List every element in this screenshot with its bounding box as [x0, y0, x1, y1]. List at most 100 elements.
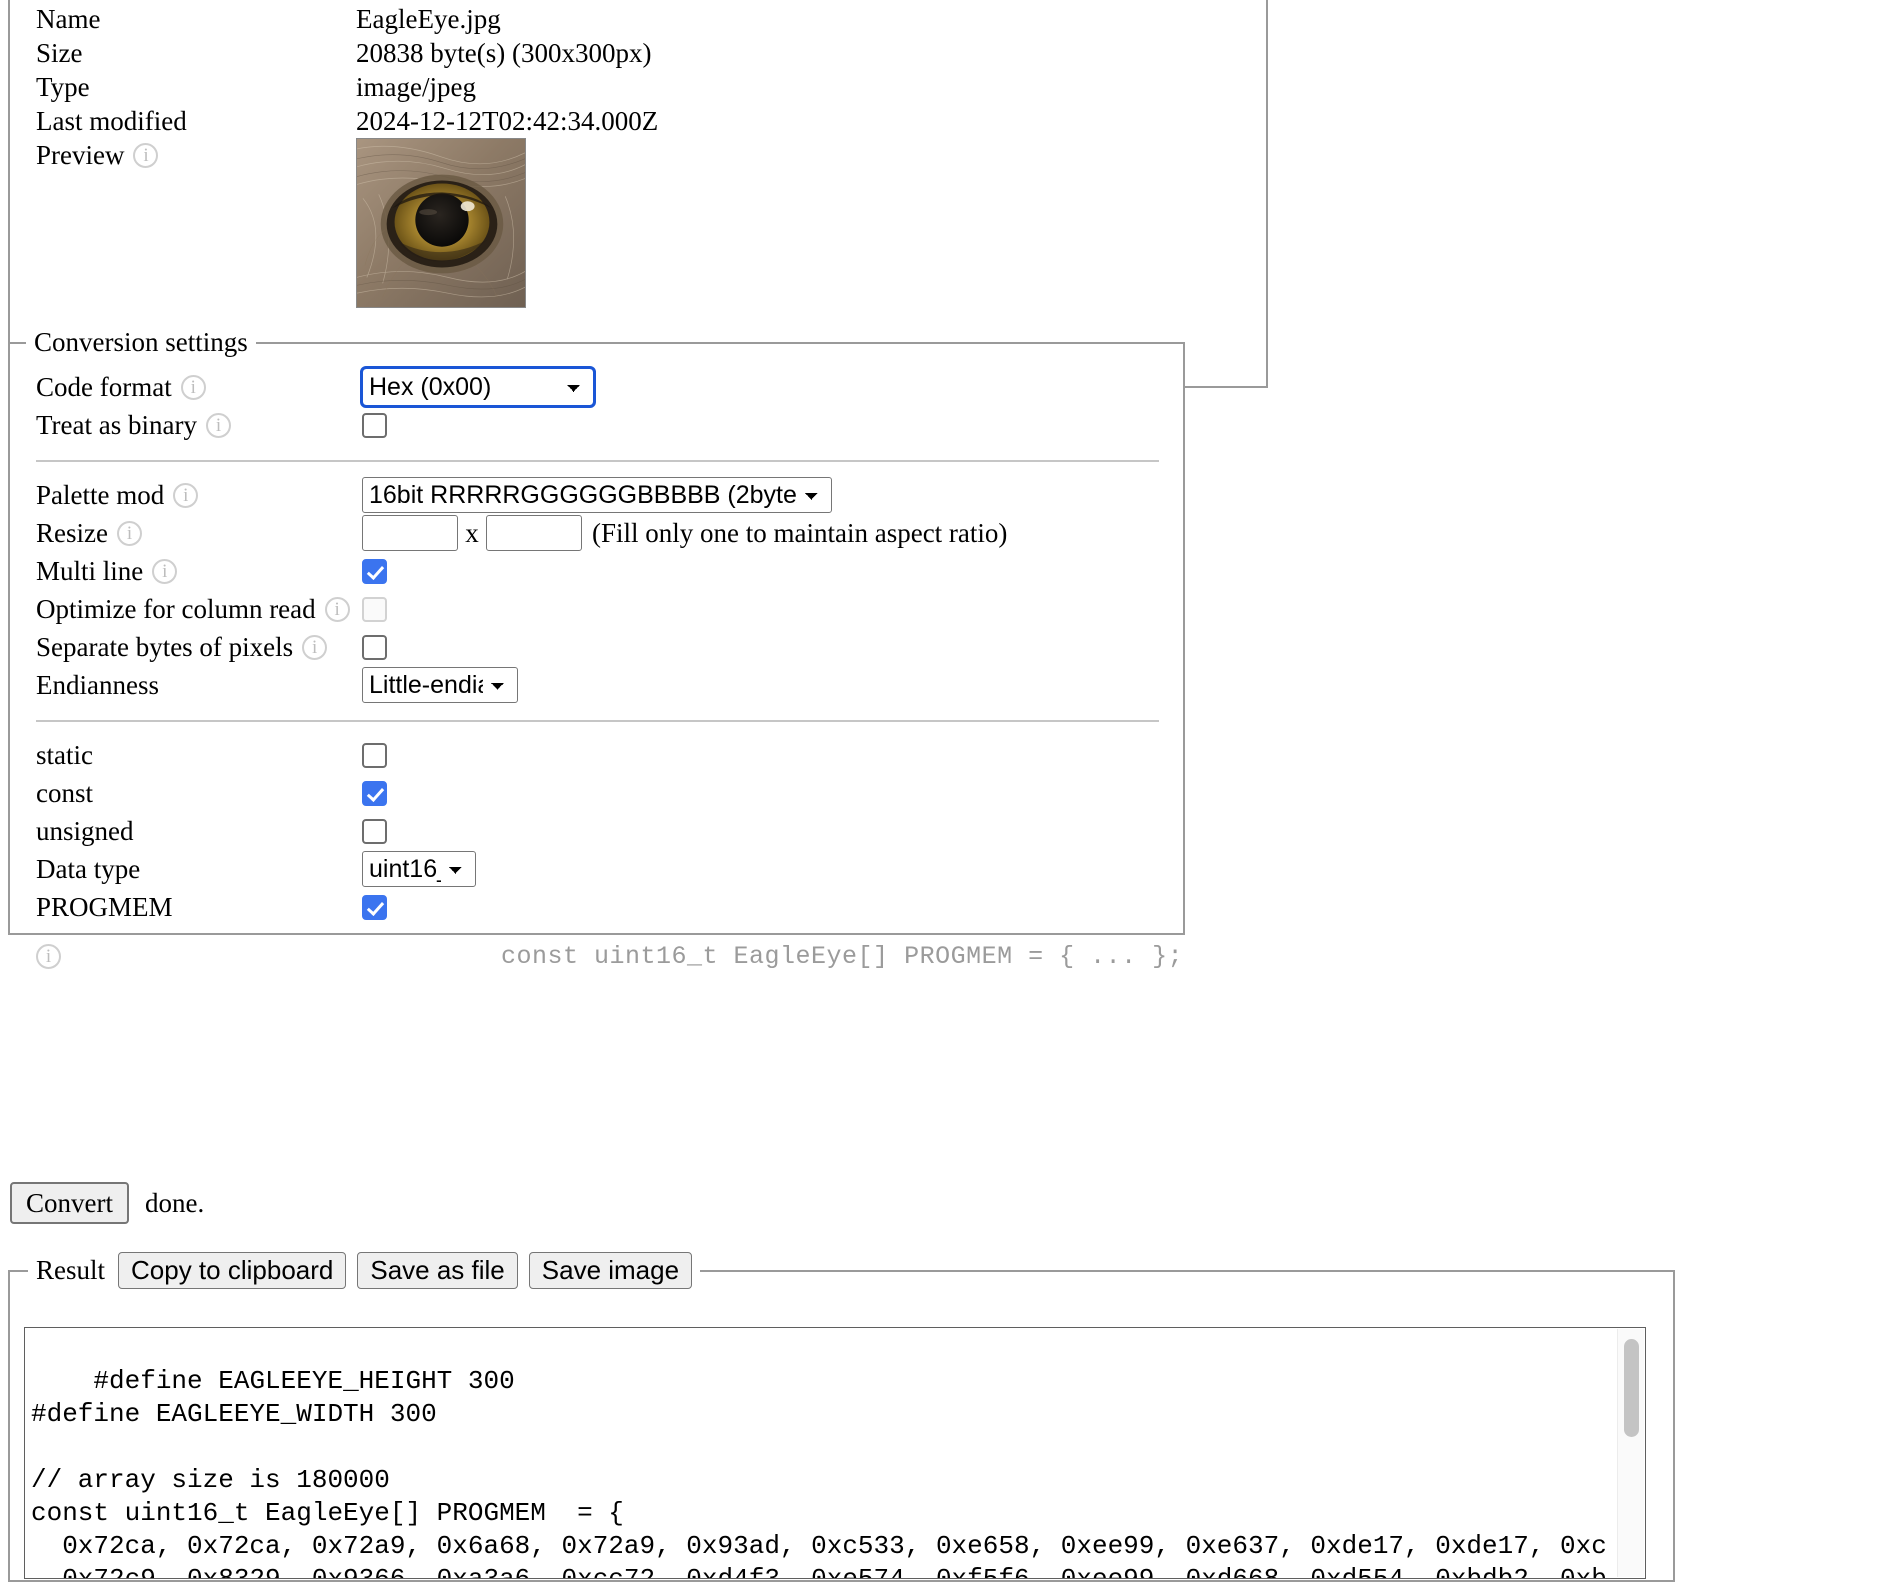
file-info-row-type: Type image/jpeg: [36, 70, 658, 104]
info-icon[interactable]: i: [205, 412, 231, 438]
const-label: const: [36, 778, 93, 808]
data-type-select[interactable]: uint16_t: [362, 851, 476, 887]
endianness-label-wrap: Endianness: [36, 666, 362, 704]
result-legend: Result Copy to clipboard Save as file Sa…: [28, 1252, 700, 1290]
row-resize: Resize i x (Fill only one to maintain as…: [10, 514, 1183, 552]
progmem-control: [362, 894, 387, 920]
resize-control: x (Fill only one to maintain aspect rati…: [362, 515, 1007, 551]
save-image-button[interactable]: Save image: [528, 1252, 693, 1290]
file-modified-value: 2024-12-12T02:42:34.000Z: [356, 106, 659, 136]
result-panel: Result Copy to clipboard Save as file Sa…: [8, 1252, 1675, 1582]
multi-line-control: [362, 558, 387, 584]
resize-separator: x: [465, 517, 479, 548]
data-type-label: Data type: [36, 854, 141, 884]
palette-mod-label: Palette mod: [36, 480, 165, 510]
preview-image: [356, 138, 526, 308]
unsigned-checkbox[interactable]: [362, 818, 387, 844]
data-type-control: uint16_t: [362, 851, 476, 887]
settings-divider-2: [36, 720, 1160, 722]
file-type-label: Type: [36, 72, 90, 102]
conversion-settings-body: Code format i Hex (0x00) Treat as binary…: [10, 358, 1183, 971]
convert-button[interactable]: Convert: [10, 1182, 129, 1225]
resize-label-wrap: Resize i: [36, 514, 362, 552]
progmem-checkbox[interactable]: [362, 894, 387, 920]
settings-divider-1: [36, 460, 1160, 462]
file-info-row-name: Name EagleEye.jpg: [36, 2, 658, 36]
info-icon[interactable]: i: [152, 558, 178, 584]
row-const: const: [10, 774, 1183, 812]
unsigned-control: [362, 818, 387, 844]
preview-label-wrap: Preview i: [36, 138, 356, 172]
palette-mod-control: 16bit RRRRRGGGGGGBBBBB (2byte/pixel): [362, 477, 832, 513]
file-type-value: image/jpeg: [356, 72, 476, 102]
row-data-type: Data type uint16_t: [10, 850, 1183, 888]
conversion-settings-panel: Conversion settings Code format i Hex (0…: [8, 327, 1186, 971]
resize-height-input[interactable]: [486, 515, 582, 551]
optimize-column-read-label-wrap: Optimize for column read i: [36, 590, 362, 628]
code-format-label: Code format: [36, 372, 172, 402]
resize-width-input[interactable]: [362, 515, 458, 551]
file-name-value: EagleEye.jpg: [356, 4, 501, 34]
optimize-column-read-control: [362, 596, 387, 622]
treat-as-binary-checkbox[interactable]: [362, 412, 387, 438]
declaration-preview-row: i const uint16_t EagleEye[] PROGMEM = { …: [10, 942, 1183, 971]
copy-to-clipboard-button[interactable]: Copy to clipboard: [118, 1252, 347, 1290]
endianness-select[interactable]: Little-endian: [362, 667, 518, 703]
file-info-row-modified: Last modified 2024-12-12T02:42:34.000Z: [36, 104, 658, 138]
treat-as-binary-control: [362, 412, 387, 438]
optimize-column-read-label: Optimize for column read: [36, 594, 316, 624]
palette-mod-label-wrap: Palette mod i: [36, 476, 362, 514]
endianness-label: Endianness: [36, 670, 159, 700]
code-format-control: Hex (0x00): [360, 366, 596, 408]
result-textarea[interactable]: #define EAGLEEYE_HEIGHT 300 #define EAGL…: [24, 1327, 1646, 1580]
info-icon[interactable]: i: [302, 634, 328, 660]
const-checkbox[interactable]: [362, 780, 387, 806]
convert-status: done.: [145, 1187, 205, 1218]
info-icon[interactable]: i: [180, 374, 206, 400]
treat-as-binary-label: Treat as binary: [36, 410, 197, 440]
resize-label: Resize: [36, 518, 108, 548]
eagle-eye-image: [357, 139, 525, 307]
static-checkbox[interactable]: [362, 742, 387, 768]
progmem-label: PROGMEM: [36, 892, 173, 922]
palette-mod-select[interactable]: 16bit RRRRRGGGGGGBBBBB (2byte/pixel): [362, 477, 832, 513]
info-icon[interactable]: i: [324, 596, 350, 622]
declaration-preview-text: const uint16_t EagleEye[] PROGMEM = { ..…: [501, 942, 1184, 971]
info-icon[interactable]: i: [116, 520, 142, 546]
static-control: [362, 742, 387, 768]
unsigned-label: unsigned: [36, 816, 134, 846]
separate-bytes-control: [362, 634, 387, 660]
endianness-control: Little-endian: [362, 667, 518, 703]
code-format-label-wrap: Code format i: [36, 368, 362, 406]
unsigned-label-wrap: unsigned: [36, 812, 362, 850]
multi-line-label-wrap: Multi line i: [36, 552, 362, 590]
separate-bytes-checkbox[interactable]: [362, 634, 387, 660]
file-info-row-size: Size 20838 byte(s) (300x300px): [36, 36, 658, 70]
file-size-value: 20838 byte(s) (300x300px): [356, 38, 652, 68]
convert-row: Convert done.: [10, 1182, 205, 1225]
file-size-label: Size: [36, 38, 83, 68]
row-palette-mod: Palette mod i 16bit RRRRRGGGGGGBBBBB (2b…: [10, 476, 1183, 514]
result-scrollbar-thumb[interactable]: [1624, 1339, 1639, 1438]
static-label-wrap: static: [36, 736, 362, 774]
save-as-file-button[interactable]: Save as file: [357, 1252, 518, 1290]
file-modified-label: Last modified: [36, 106, 187, 136]
progmem-label-wrap: PROGMEM: [36, 888, 362, 926]
resize-hint: (Fill only one to maintain aspect ratio): [592, 517, 1008, 548]
info-icon[interactable]: i: [36, 944, 61, 969]
conversion-settings-legend: Conversion settings: [34, 327, 248, 357]
data-type-label-wrap: Data type: [36, 850, 362, 888]
const-label-wrap: const: [36, 774, 362, 812]
multi-line-checkbox[interactable]: [362, 558, 387, 584]
file-info-grid: Name EagleEye.jpg Size 20838 byte(s) (30…: [36, 2, 658, 308]
static-label: static: [36, 740, 93, 770]
info-icon[interactable]: i: [133, 142, 159, 168]
result-scrollbar[interactable]: [1617, 1329, 1644, 1578]
info-icon[interactable]: i: [173, 482, 199, 508]
code-format-select[interactable]: Hex (0x00): [360, 366, 596, 408]
row-separate-bytes: Separate bytes of pixels i: [10, 628, 1183, 666]
row-static: static: [10, 736, 1183, 774]
row-endianness: Endianness Little-endian: [10, 666, 1183, 704]
row-multi-line: Multi line i: [10, 552, 1183, 590]
file-name-label: Name: [36, 4, 101, 34]
